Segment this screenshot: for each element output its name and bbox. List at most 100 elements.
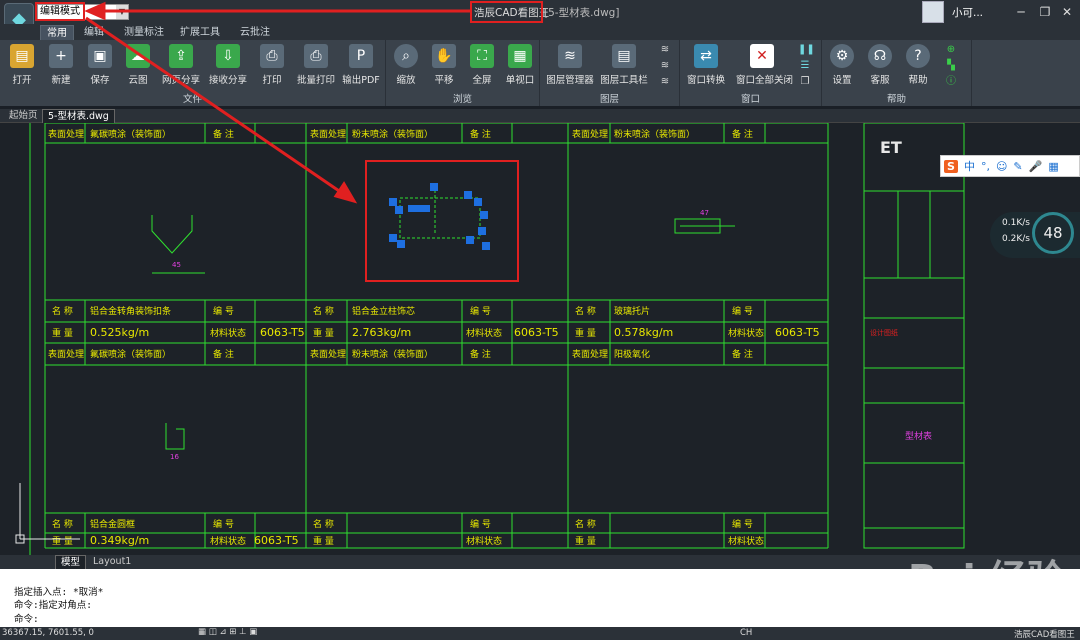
cad-cell: 表面处理 [572,128,608,140]
web-share-button[interactable]: ⇪ 网页分享 [161,44,201,86]
cad-cell: 重 量 [313,535,334,547]
cad-cell: 粉末喷涂（装饰面） [352,128,433,140]
network-speed-widget[interactable]: 0.1K/s 0.2K/s 48 [990,212,1080,258]
fullscreen-button[interactable]: ⛶ 全屏 [462,44,502,86]
command-window[interactable]: 指定插入点: *取消* 命令:指定对角点: 命令: [0,569,1080,627]
settings-button[interactable]: ⚙ 设置 [822,44,862,86]
save-button[interactable]: ▣ 保存 [80,44,120,86]
mode-highlight [35,2,85,21]
cad-cell: 6063-T5 [775,326,820,339]
cad-cell: 材料状态 [728,327,764,339]
title-block-stamp: 型材表 [905,430,932,442]
command-history-line: 指定插入点: *取消* [14,587,104,598]
tab-edit[interactable]: 编辑 [78,25,110,40]
help-button[interactable]: ? 帮助 [898,44,938,86]
layer-small-icon-3[interactable]: ≋ [658,76,672,88]
info-icon[interactable]: ⓘ [944,76,958,88]
layer-manager-button[interactable]: ≋ 图层管理器 [546,44,594,86]
layer-small-icon-2[interactable]: ≋ [658,60,672,72]
upload-speed: 0.1K/s [1002,218,1030,228]
print-button[interactable]: ⎙ 打印 [252,44,292,86]
microphone-icon[interactable]: 🎤 [1029,160,1043,173]
tab-common[interactable]: 常用 [40,25,74,40]
cad-cell: 重 量 [575,535,596,547]
window-switch-button[interactable]: ⇄ 窗口转换 [684,44,728,86]
cad-cell: 名 称 [313,518,334,530]
tab-measure[interactable]: 测量标注 [118,25,170,40]
tab-start-page[interactable]: 起始页 [4,109,43,123]
status-bar: 36367.15, 7601.55, 0 ▦ ◫ ⊿ ⊞ ⊥ ▣ CH 浩辰CA… [0,627,1080,640]
close-icon[interactable]: ✕ [1056,2,1078,22]
selection-highlight [365,160,519,282]
minimize-icon[interactable]: ─ [1010,2,1032,22]
zoom-icon: ⌕ [394,44,418,68]
layer-group-label: 图层 [599,94,619,105]
window-switch-icon: ⇄ [694,44,718,68]
cad-cell: 6063-T5 [260,326,305,339]
cad-cell: 重 量 [575,327,596,339]
command-input[interactable]: 命令: [14,611,39,625]
cad-cell: 粉末喷涂（装饰面） [614,128,695,140]
file-group-label: 文件 [182,94,202,105]
sogou-icon[interactable]: S [944,159,958,173]
drawing-canvas[interactable]: 表面处理 氟碳喷涂（装饰面） 备 注 表面处理 粉末喷涂（装饰面） 备 注 表面… [0,123,1080,555]
search-icon[interactable]: ⊕ [944,44,958,56]
restore-icon[interactable]: ❐ [1034,2,1056,22]
tile-horizontal-icon[interactable]: ☰ [798,60,812,72]
title-highlight [470,1,543,23]
pdf-icon: P [349,44,373,68]
batch-print-button[interactable]: ⎙ 批量打印 [296,44,336,86]
emoji-icon[interactable]: ☺ [996,160,1007,173]
cad-cell: 备 注 [470,348,491,360]
ime-chinese-toggle[interactable]: 中 [964,158,975,174]
cad-cell: 氟碳喷涂（装饰面） [90,128,171,140]
grid-icon[interactable]: ▦ ◫ ⊿ ⊞ ⊥ ▣ [198,627,257,637]
cad-cell: 备 注 [213,128,234,140]
memory-percent: 48 [1032,212,1074,254]
export-pdf-button[interactable]: P 输出PDF [341,44,381,86]
single-viewport-button[interactable]: ▦ 单视口 [500,44,540,86]
layer-toolbar-icon: ▤ [612,44,636,68]
user-name[interactable]: 小可... [952,5,983,20]
close-all-windows-button[interactable]: ✕ 窗口全部关闭 [736,44,793,86]
tile-vertical-icon[interactable]: ❚❚ [798,44,815,56]
new-button[interactable]: + 新建 [41,44,81,86]
menu-tabs: 常用 编辑 测量标注 扩展工具 云批注 [0,24,1080,40]
help-group-label: 帮助 [886,94,906,105]
hand-icon: ✋ [432,44,456,68]
punctuation-icon[interactable]: °, [981,160,990,173]
folder-icon: ▤ [10,44,34,68]
receive-share-button[interactable]: ⇩ 接收分享 [208,44,248,86]
headset-icon: ☊ [868,44,892,68]
chevron-down-icon[interactable]: ▼ [116,5,128,19]
tab-model[interactable]: 模型 [55,555,87,569]
cad-cell: 编 号 [470,305,491,317]
window-group-label: 窗口 [740,94,760,105]
pan-button[interactable]: ✋ 平移 [424,44,464,86]
language-indicator[interactable]: CH [740,628,752,638]
tab-cloud-annotate[interactable]: 云批注 [234,25,276,40]
cad-cell: 阳极氧化 [614,348,650,360]
layer-toolbar-button[interactable]: ▤ 图层工具栏 [600,44,648,86]
view-group-label: 浏览 [452,94,472,105]
cad-cell: 铝合金转角装饰扣条 [90,305,171,317]
keyboard-icon[interactable]: ▦ [1048,160,1058,173]
layer-small-icon-1[interactable]: ≋ [658,44,672,56]
tab-extend[interactable]: 扩展工具 [174,25,226,40]
zoom-button[interactable]: ⌕ 缩放 [386,44,426,86]
batch-printer-icon: ⎙ [304,44,328,68]
user-avatar[interactable] [922,1,944,23]
cad-cell: 材料状态 [210,327,246,339]
cloud-button[interactable]: ☁ 云图 [118,44,158,86]
apps-icon[interactable]: ▚ [944,60,958,72]
title-block-project: 设计图纸 [870,328,898,337]
open-button[interactable]: ▤ 打开 [2,44,42,86]
ime-toolbar[interactable]: S 中 °, ☺ ✎ 🎤 ▦ [940,155,1080,177]
tab-layout1[interactable]: Layout1 [88,555,136,569]
service-button[interactable]: ☊ 客服 [860,44,900,86]
pen-icon[interactable]: ✎ [1013,160,1022,173]
cascade-icon[interactable]: ❐ [798,76,812,88]
viewport-icon: ▦ [508,44,532,68]
tab-drawing[interactable]: 5-型材表.dwg [42,109,115,123]
cad-cell: 名 称 [575,518,596,530]
